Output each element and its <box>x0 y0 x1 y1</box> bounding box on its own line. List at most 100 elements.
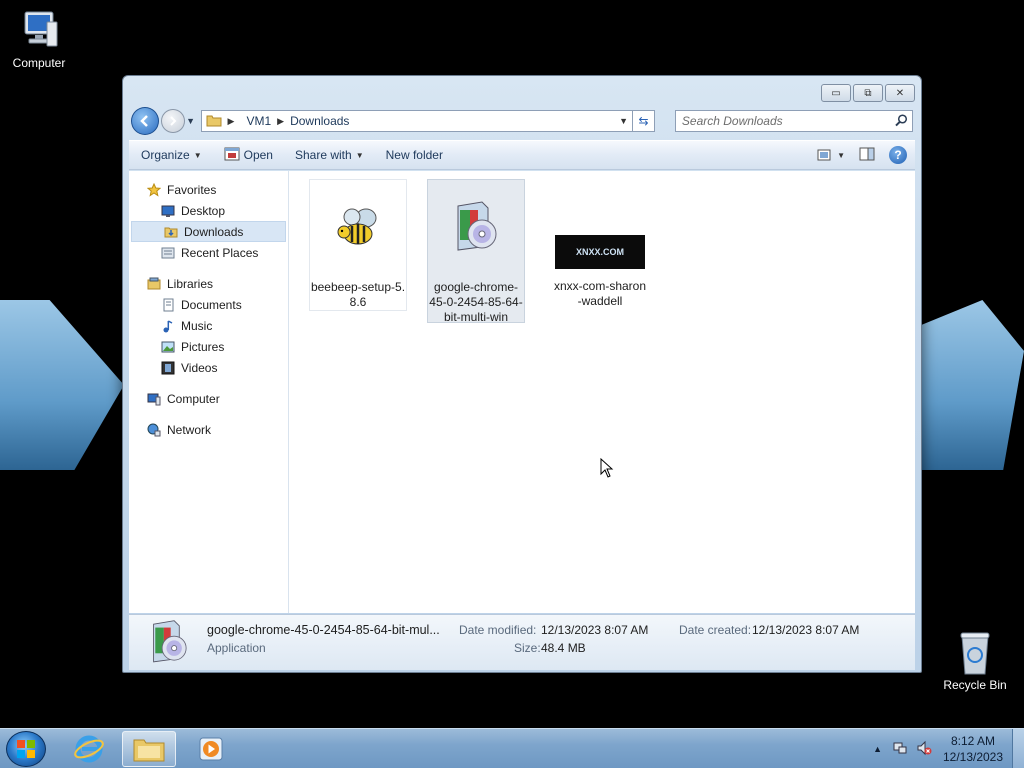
file-item-xnxx[interactable]: XNXX.COM xnxx-com-sharon -waddell <box>551 179 649 309</box>
close-button[interactable]: ✕ <box>885 84 915 102</box>
share-with-label: Share with <box>294 148 352 162</box>
refresh-button[interactable]: ⇆ <box>633 110 655 132</box>
help-icon[interactable]: ? <box>889 146 907 164</box>
new-folder-label: New folder <box>385 148 443 162</box>
organize-button[interactable]: Organize ▼ <box>141 148 202 162</box>
nav-item-favorites[interactable]: Favorites <box>129 179 288 200</box>
navigation-pane: Favorites Desktop Downloads Recent Place… <box>129 171 289 613</box>
folder-icon <box>206 113 222 130</box>
downloads-folder-icon <box>164 225 178 239</box>
system-tray: ▲ 8:12 AM 12/13/2023 <box>873 729 1024 768</box>
clock[interactable]: 8:12 AM 12/13/2023 <box>938 733 1008 765</box>
nav-item-music[interactable]: Music <box>129 315 288 336</box>
date-modified-label: Date modified: <box>459 623 537 637</box>
chevron-right-icon[interactable]: ▶ <box>228 116 235 127</box>
navigation-row: ▼ ▶ VM1 ▶ Downloads ▼ ⇆ <box>131 107 914 135</box>
nav-item-documents[interactable]: Documents <box>129 294 288 315</box>
media-player-icon <box>199 737 223 761</box>
thumbnail-text: XNXX.COM <box>555 235 645 269</box>
nav-item-network[interactable]: Network <box>129 419 288 440</box>
desktop-icon-recycle-bin[interactable]: Recycle Bin <box>938 630 1012 692</box>
taskbar-internet-explorer[interactable] <box>62 731 116 767</box>
chevron-right-icon[interactable]: ▶ <box>277 116 284 127</box>
preview-pane-icon <box>859 147 875 160</box>
libraries-icon <box>147 277 161 291</box>
nav-item-downloads[interactable]: Downloads <box>131 221 286 242</box>
date-modified-value: 12/13/2023 8:07 AM <box>541 623 649 637</box>
date-created-value: 12/13/2023 8:07 AM <box>752 623 860 637</box>
file-item-beebeep[interactable]: beebeep-setup-5. 8.6 <box>309 179 407 311</box>
address-bar[interactable]: ▶ VM1 ▶ Downloads ▼ <box>200 110 634 132</box>
desktop-icon-label: Computer <box>12 56 66 70</box>
details-pane: google-chrome-45-0-2454-85-64-bit-mul...… <box>129 614 915 670</box>
size-label: Size: <box>514 641 541 655</box>
search-icon[interactable] <box>895 114 908 130</box>
nav-item-label: Pictures <box>181 339 225 354</box>
desktop-icon-label: Recycle Bin <box>943 678 1007 692</box>
nav-item-computer[interactable]: Computer <box>129 388 288 409</box>
nav-item-label: Recent Places <box>181 245 259 260</box>
open-button[interactable]: Open <box>224 147 273 164</box>
details-file-type: Application <box>207 641 266 655</box>
content-area: Favorites Desktop Downloads Recent Place… <box>129 171 915 613</box>
image-thumbnail: XNXX.COM <box>552 179 648 275</box>
size-value: 48.4 MB <box>541 641 586 655</box>
chevron-down-icon: ▼ <box>837 150 845 160</box>
search-input[interactable] <box>681 114 882 128</box>
nav-item-pictures[interactable]: Pictures <box>129 336 288 357</box>
desktop-icon-computer[interactable]: Computer <box>2 8 76 70</box>
file-name-line: beebeep-setup-5. <box>310 280 406 294</box>
breadcrumb-downloads[interactable]: Downloads <box>290 114 349 128</box>
nav-item-libraries[interactable]: Libraries <box>129 273 288 294</box>
nav-item-recent-places[interactable]: Recent Places <box>129 242 288 263</box>
maximize-button[interactable]: ⧉ <box>853 84 883 102</box>
volume-muted-icon[interactable] <box>916 740 932 759</box>
taskbar: ▲ 8:12 AM 12/13/2023 <box>0 728 1024 768</box>
preview-pane-button[interactable] <box>859 147 875 164</box>
share-with-button[interactable]: Share with ▼ <box>295 148 364 162</box>
start-button[interactable] <box>6 731 46 767</box>
recycle-bin-icon <box>953 630 997 675</box>
show-hidden-icons-icon[interactable]: ▲ <box>873 744 882 754</box>
clock-date: 12/13/2023 <box>942 750 1004 764</box>
nav-item-desktop[interactable]: Desktop <box>129 200 288 221</box>
search-box[interactable] <box>674 110 914 132</box>
open-label: Open <box>243 148 273 162</box>
chevron-down-icon: ▼ <box>355 150 364 160</box>
arrow-left-icon <box>140 115 148 127</box>
desktop-icon <box>161 204 175 218</box>
show-desktop-button[interactable] <box>1012 729 1024 768</box>
date-created-label: Date created: <box>679 623 752 637</box>
clock-time: 8:12 AM <box>950 734 996 748</box>
forward-button[interactable] <box>160 109 185 133</box>
taskbar-windows-explorer[interactable] <box>122 731 176 767</box>
nav-item-label: Music <box>181 318 213 333</box>
command-bar: Organize ▼ Open Share with ▼ New folder … <box>129 140 915 170</box>
nav-item-label: Network <box>167 422 212 437</box>
file-name-line: xnxx-com-sharon <box>553 279 647 293</box>
nav-item-videos[interactable]: Videos <box>129 357 288 378</box>
nav-item-label: Favorites <box>167 182 217 197</box>
new-folder-button[interactable]: New folder <box>386 148 443 162</box>
change-view-button[interactable]: ▼ <box>817 149 845 161</box>
minimize-button[interactable]: ▭ <box>821 84 851 102</box>
open-icon <box>224 147 240 164</box>
explorer-window: ▭ ⧉ ✕ ▼ ▶ VM1 ▶ Downloads ▼ ⇆ Search Dow… <box>122 75 922 673</box>
internet-explorer-icon <box>74 735 104 763</box>
breadcrumb-vm1[interactable]: VM1 <box>246 114 271 128</box>
videos-icon <box>161 361 175 375</box>
recent-pages-dropdown[interactable]: ▼ <box>185 116 197 126</box>
file-name-line: 45-0-2454-85-64- <box>429 295 523 309</box>
network-tray-icon[interactable] <box>892 740 908 759</box>
recent-places-icon <box>161 246 175 260</box>
mouse-cursor-icon <box>600 457 614 481</box>
address-dropdown-icon[interactable]: ▼ <box>619 116 628 126</box>
file-name-line: google-chrome- <box>433 280 519 294</box>
nav-item-label: Documents <box>181 297 242 312</box>
taskbar-media-player[interactable] <box>184 731 238 767</box>
pictures-icon <box>161 340 175 354</box>
file-item-google-chrome[interactable]: google-chrome- 45-0-2454-85-64- bit-mult… <box>427 179 525 324</box>
back-button[interactable] <box>131 107 159 135</box>
